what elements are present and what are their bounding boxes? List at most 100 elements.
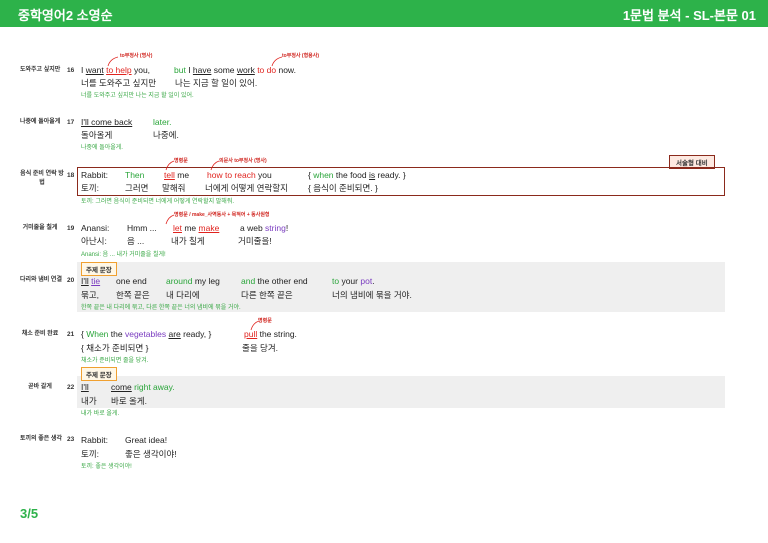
word: Anansi: — [81, 223, 110, 233]
word: tie — [91, 276, 101, 286]
word: come — [111, 382, 132, 392]
english-line: come right away. — [111, 382, 175, 392]
word: some — [211, 65, 237, 75]
word: you — [255, 170, 272, 180]
word: you, — [131, 65, 151, 75]
word: me — [181, 223, 199, 233]
word: one end — [116, 276, 147, 286]
word: have — [192, 65, 212, 75]
row-number: 20 — [67, 277, 75, 284]
korean-line: 너에게 어떻게 연락할지 — [205, 183, 288, 193]
korean-line: 토끼: — [81, 449, 100, 459]
translation: 채소가 준비되면 줄을 당겨. — [81, 358, 149, 364]
word: but — [174, 65, 186, 75]
korean-line: { 음식이 준비되면. } — [308, 183, 378, 193]
annotation-arrow — [107, 56, 119, 67]
tag-topic-sentence: 주제 문장 — [81, 367, 117, 381]
korean-line: 바로 올게. — [111, 396, 148, 406]
row-number: 18 — [67, 172, 75, 179]
tag-topic-sentence: 주제 문장 — [81, 262, 117, 276]
korean-line: 내 다리에 — [166, 290, 200, 300]
english-line: I'll tie — [81, 276, 100, 286]
word: a web — [240, 223, 266, 233]
word: how to reach — [207, 170, 256, 180]
word: Rabbit: — [81, 170, 108, 180]
word: make — [198, 223, 220, 233]
word: I — [185, 65, 193, 75]
word: I'll come back — [81, 117, 133, 127]
translation: 너를 도와주고 싶지만 나는 지금 할 일이 있어. — [81, 93, 194, 99]
word: your — [339, 276, 361, 286]
korean-line: 아난시: — [81, 236, 107, 246]
english-line: and the other end — [241, 276, 308, 286]
word: ready, } — [180, 329, 212, 339]
word: Hmm ... — [127, 223, 157, 233]
word: me — [174, 170, 190, 180]
annotation-arrow — [271, 56, 283, 67]
english-line: how to reach you — [207, 170, 272, 180]
word: my leg — [192, 276, 220, 286]
korean-line: 돌아올게 — [81, 130, 113, 140]
header-section: 1문법 분석 - SL-본문 01 — [622, 8, 756, 23]
korean-line: 거미줄을! — [238, 236, 272, 246]
english-line: I'll come back — [81, 117, 132, 127]
korean-line: 나는 지금 할 일이 있어. — [175, 78, 258, 88]
english-line: tell me — [164, 170, 189, 180]
english-line: a web string! — [240, 223, 288, 233]
translation: 토끼: 좋은 생각이야! — [81, 464, 132, 470]
word: and — [241, 276, 256, 286]
header-title: 중학영어2 소영순 — [18, 8, 113, 23]
translation: 내가 바로 올게. — [81, 411, 120, 417]
annotation-arrow — [210, 160, 220, 171]
korean-line: 나중에. — [153, 130, 179, 140]
page-indicator: 3/5 — [20, 506, 39, 521]
word: the other end — [255, 276, 308, 286]
korean-line: 토끼: — [81, 183, 100, 193]
korean-line: 너의 냄비에 묶을 거야. — [332, 290, 412, 300]
korean-line: { 채소가 준비되면 } — [81, 343, 149, 353]
korean-line: 너를 도와주고 싶지만 — [81, 78, 157, 88]
row-label: 채소 준비 완료 — [21, 331, 59, 337]
word: later. — [153, 117, 172, 127]
korean-line: 내가 — [81, 396, 97, 406]
word: Then — [125, 170, 145, 180]
row-number: 23 — [67, 436, 75, 443]
korean-line: 다른 한쪽 끝은 — [241, 290, 293, 300]
word: pot — [360, 276, 373, 286]
korean-line: 묶고, — [81, 290, 100, 300]
word: ! — [285, 223, 289, 233]
word: the — [108, 329, 125, 339]
word: ready. } — [375, 170, 406, 180]
row-label: 나중에 돌아올게 — [20, 119, 61, 125]
korean-line: 그러면 — [125, 183, 149, 193]
translation: 토끼: 그러면 음식이 준비되면 너에게 어떻게 연락할지 말해줘. — [81, 199, 235, 205]
english-line: around my leg — [166, 276, 220, 286]
row-label: 거미줄을 칠게 — [22, 225, 58, 231]
word: around — [166, 276, 193, 286]
word: when — [313, 170, 334, 180]
grammar-note: 의문사 to부정사 (명사) — [219, 158, 267, 164]
word: the food — [333, 170, 369, 180]
korean-line: 음 ... — [127, 236, 145, 246]
row-label: 곧바 갈게 — [28, 384, 52, 390]
annotation-arrow — [250, 320, 260, 331]
translation: 한쪽 끝은 내 다리에 묶고, 다른 한쪽 끝은 너의 냄비에 묶을 거야. — [81, 305, 241, 311]
word: string — [265, 223, 286, 233]
row-number: 19 — [67, 225, 75, 232]
row-label: 토끼의 좋은 생각 — [20, 436, 62, 442]
row-number: 21 — [67, 331, 75, 338]
row-label: 다리와 냄비 연결 — [20, 277, 62, 283]
row-number: 17 — [67, 119, 75, 126]
word: vegetables — [124, 329, 167, 339]
word: When — [86, 329, 109, 339]
word: I'll — [81, 382, 89, 392]
grammar-note: 명령문 / make_사역동사 + 목적어 + 동사원형 — [174, 212, 270, 218]
english-line: { When the vegetables are ready, } — [81, 329, 211, 339]
row-label: 도와주고 싶지만 — [20, 67, 61, 73]
word: tell — [164, 170, 175, 180]
highlight-row-22 — [77, 376, 725, 408]
korean-line: 줄을 당겨. — [242, 343, 279, 353]
word: . — [372, 276, 375, 286]
header-bar: 중학영어2 소영순 1문법 분석 - SL-본문 01 — [0, 0, 768, 27]
annotation-arrow — [165, 160, 175, 171]
